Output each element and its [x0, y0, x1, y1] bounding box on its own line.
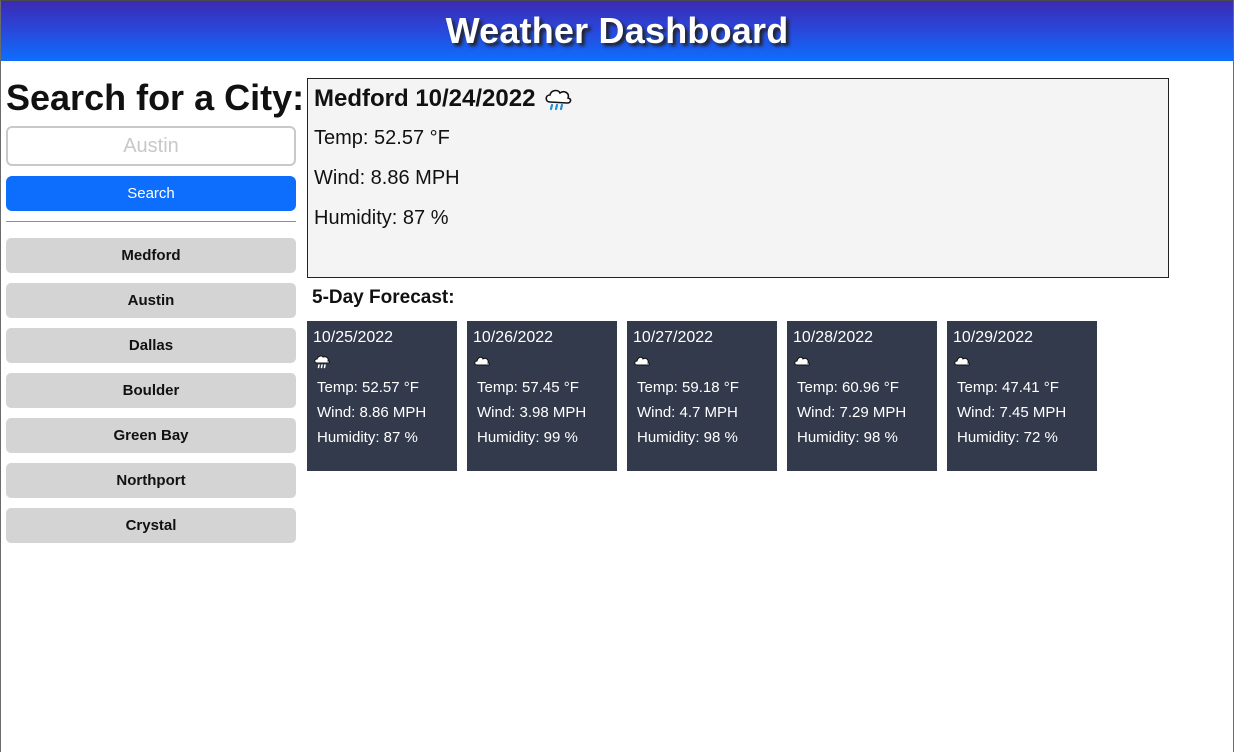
cloud-icon: [473, 351, 611, 371]
forecast-date: 10/27/2022: [633, 329, 714, 346]
current-weather-panel: Medford 10/24/2022 Temp: 52.57 °F Wind: …: [307, 78, 1169, 278]
sidebar: Search for a City: Search Medford Austin…: [6, 61, 305, 553]
forecast-wind: Wind: 7.29 MPH: [797, 404, 907, 421]
history-button-medford[interactable]: Medford: [6, 238, 296, 273]
forecast-date: 10/25/2022: [313, 329, 394, 346]
forecast-date: 10/28/2022: [793, 329, 874, 346]
forecast-humidity: Humidity: 99 %: [477, 429, 578, 446]
forecast-wind: Wind: 4.7 MPH: [637, 404, 738, 421]
search-button[interactable]: Search: [6, 176, 296, 211]
current-weather-title: Medford 10/24/2022: [314, 85, 536, 112]
cloud-icon: [633, 351, 771, 371]
forecast-wind: Wind: 3.98 MPH: [477, 404, 587, 421]
page-header: Weather Dashboard: [1, 1, 1233, 61]
forecast-temp: Temp: 52.57 °F: [317, 379, 419, 396]
forecast-heading: 5-Day Forecast:: [312, 287, 455, 308]
forecast-humidity: Humidity: 72 %: [957, 429, 1058, 446]
forecast-date: 10/26/2022: [473, 329, 554, 346]
search-input[interactable]: [6, 126, 296, 166]
forecast-humidity: Humidity: 98 %: [797, 429, 898, 446]
history-button-austin[interactable]: Austin: [6, 283, 296, 318]
cloud-icon: [793, 351, 931, 371]
forecast-temp: Temp: 47.41 °F: [957, 379, 1059, 396]
history-button-boulder[interactable]: Boulder: [6, 373, 296, 408]
forecast-card-5: 10/29/2022 Temp: 47.41 °F Wind: 7.45 MPH…: [947, 321, 1097, 471]
current-weather-title-row: Medford 10/24/2022: [314, 83, 1162, 115]
cloud-icon: [953, 351, 1091, 371]
content-layout: Search for a City: Search Medford Austin…: [1, 61, 1233, 553]
current-wind: Wind: 8.86 MPH: [314, 167, 460, 189]
rain-cloud-icon: [543, 86, 573, 112]
app-window: Weather Dashboard Search for a City: Sea…: [0, 0, 1234, 752]
sidebar-divider: [6, 221, 296, 222]
forecast-wind: Wind: 7.45 MPH: [957, 404, 1067, 421]
rain-cloud-icon: [313, 351, 451, 371]
forecast-temp: Temp: 57.45 °F: [477, 379, 579, 396]
forecast-humidity: Humidity: 98 %: [637, 429, 738, 446]
forecast-card-1: 10/25/2022 Temp: 52.57 °F Wind: 8.86 MPH…: [307, 321, 457, 471]
forecast-cards: 10/25/2022 Temp: 52.57 °F Wind: 8.86 MPH…: [307, 321, 1169, 471]
search-history: Medford Austin Dallas Boulder Green Bay …: [6, 238, 296, 543]
history-button-northport[interactable]: Northport: [6, 463, 296, 498]
forecast-humidity: Humidity: 87 %: [317, 429, 418, 446]
main-content: Medford 10/24/2022 Temp: 52.57 °F Wind: …: [297, 61, 1169, 553]
forecast-card-4: 10/28/2022 Temp: 60.96 °F Wind: 7.29 MPH…: [787, 321, 937, 471]
page-title: Weather Dashboard: [445, 10, 789, 51]
search-heading: Search for a City:: [6, 77, 305, 118]
forecast-wind: Wind: 8.86 MPH: [317, 404, 427, 421]
forecast-date: 10/29/2022: [953, 329, 1034, 346]
current-temp: Temp: 52.57 °F: [314, 127, 450, 149]
current-humidity: Humidity: 87 %: [314, 207, 449, 229]
history-button-dallas[interactable]: Dallas: [6, 328, 296, 363]
history-button-crystal[interactable]: Crystal: [6, 508, 296, 543]
forecast-temp: Temp: 60.96 °F: [797, 379, 899, 396]
history-button-green-bay[interactable]: Green Bay: [6, 418, 296, 453]
forecast-card-2: 10/26/2022 Temp: 57.45 °F Wind: 3.98 MPH…: [467, 321, 617, 471]
forecast-temp: Temp: 59.18 °F: [637, 379, 739, 396]
forecast-card-3: 10/27/2022 Temp: 59.18 °F Wind: 4.7 MPH …: [627, 321, 777, 471]
